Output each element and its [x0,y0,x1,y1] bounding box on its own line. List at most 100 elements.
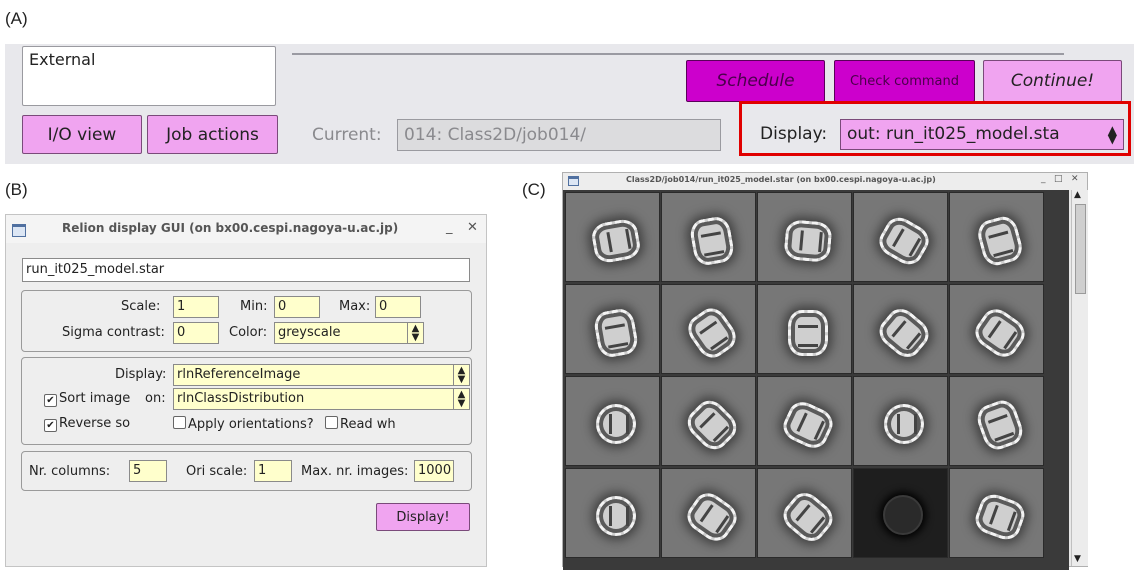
class-average-image[interactable] [565,192,660,282]
class-average-image[interactable] [949,468,1044,558]
panel-label-b: (B) [5,180,28,199]
checkbox-empty-icon [173,416,186,429]
class-average-image[interactable] [853,284,948,374]
display-select[interactable]: out: run_it025_model.sta ▲ ▼ [840,119,1124,150]
display-button[interactable]: Display! [376,503,470,531]
display-label: Display: [760,124,828,144]
apply-orientations-checkbox[interactable]: Apply orientations? [173,416,314,432]
class-average-image[interactable] [661,284,756,374]
class-average-image[interactable] [949,284,1044,374]
class-average-image[interactable] [757,284,852,374]
sigma-input[interactable]: 0 [173,322,219,344]
scale-input[interactable]: 1 [173,296,219,318]
particle-image [596,404,636,444]
job-type-item-external[interactable]: External [29,50,95,69]
ori-scale-input[interactable]: 1 [254,460,292,482]
sort-label: Sort image [59,391,131,406]
ncol-label: Nr. columns: [29,464,111,479]
minimize-icon[interactable]: _ [446,220,453,235]
particle-image [883,495,923,535]
scale-label: Scale: [121,299,161,314]
particle-image [971,490,1029,544]
filename-field[interactable]: run_it025_model.star [22,258,470,282]
check-icon: ✔ [44,394,57,407]
sigma-label: Sigma contrast: [62,325,165,340]
class-average-image[interactable] [565,468,660,558]
particle-image [592,306,640,360]
class-average-image[interactable] [853,192,948,282]
particle-image [778,397,838,453]
sort-on-label: on: [145,391,166,406]
min-input[interactable]: 0 [274,296,320,318]
class-average-image[interactable] [661,376,756,466]
sort-column-value: rlnClassDistribution [177,391,305,406]
particle-image [682,302,742,364]
class-average-image[interactable] [757,192,852,282]
check-command-button[interactable]: Check command [834,60,975,102]
schedule-button[interactable]: Schedule [686,60,825,102]
select-arrows-icon: ▲ ▼ [407,323,423,343]
class-average-image[interactable] [565,284,660,374]
ncol-input[interactable]: 5 [129,460,167,482]
checkbox-empty-icon [325,416,338,429]
display-column-select[interactable]: rlnReferenceImage ▲ ▼ [173,364,470,386]
minimize-icon[interactable]: _ [1041,174,1046,184]
particle-image [973,396,1027,454]
particle-image [596,496,636,536]
current-job-field[interactable]: 014: Class2D/job014/ [397,119,721,151]
current-label: Current: [312,125,382,145]
max-images-label: Max. nr. images: [301,464,409,479]
reverse-sort-checkbox[interactable]: ✔ Reverse so [44,416,130,432]
check-icon: ✔ [44,419,57,432]
particle-image [681,487,743,547]
job-type-list[interactable]: External [22,46,276,106]
particle-image [884,404,924,444]
class-average-image[interactable] [565,376,660,466]
ori-scale-label: Ori scale: [186,464,248,479]
sort-checkbox[interactable]: ✔ Sort image [44,391,130,407]
vertical-scrollbar[interactable]: ▲ ▼ [1071,190,1088,566]
window-icon [12,224,26,237]
continue-button[interactable]: Continue! [983,60,1122,102]
scroll-up-icon[interactable]: ▲ [1074,190,1081,200]
class-average-image[interactable] [757,376,852,466]
select-arrows-icon: ▲ ▼ [1107,123,1117,146]
window-title: Relion display GUI (on bx00.cespi.nagoya… [62,221,399,235]
window-titlebar[interactable]: Class2D/job014/run_it025_model.star (on … [563,173,1087,190]
class-averages-window: Class2D/job014/run_it025_model.star (on … [562,172,1088,570]
window-titlebar[interactable]: Relion display GUI (on bx00.cespi.nagoya… [6,215,486,243]
class-average-image[interactable] [661,468,756,558]
scroll-down-icon[interactable]: ▼ [1074,554,1081,564]
job-actions-button[interactable]: Job actions [147,115,278,154]
class-average-image[interactable] [853,468,948,558]
io-view-button[interactable]: I/O view [22,115,142,154]
class-average-image[interactable] [949,192,1044,282]
class-average-grid [563,190,1069,570]
max-input[interactable]: 0 [375,296,421,318]
scroll-thumb[interactable] [1075,204,1086,294]
particle-image [688,214,736,268]
maximize-icon[interactable]: □ [1054,174,1063,184]
close-icon[interactable]: ✕ [467,220,478,235]
panel-label-a: (A) [5,9,28,28]
sort-column-select[interactable]: rlnClassDistribution ▲ ▼ [173,388,470,410]
particle-image [788,310,828,356]
class-average-image[interactable] [949,376,1044,466]
class-average-image[interactable] [757,468,852,558]
class-average-image[interactable] [661,192,756,282]
display-column-label: Display: [115,367,167,382]
particle-image [969,303,1031,363]
class-average-image[interactable] [853,376,948,466]
select-arrows-icon: ▲ ▼ [453,365,469,385]
particle-image [777,486,839,548]
panel-label-c: (C) [522,180,546,199]
display-select-value: out: run_it025_model.sta [847,124,1060,144]
divider-line [292,53,1064,55]
max-images-input[interactable]: 1000 [414,460,454,482]
color-select[interactable]: greyscale ▲ ▼ [274,322,424,344]
apply-label: Apply orientations? [188,417,314,432]
close-icon[interactable]: ✕ [1071,174,1079,184]
read-label: Read wh [340,417,396,432]
read-checkbox[interactable]: Read wh [325,416,396,432]
color-select-value: greyscale [278,325,341,340]
